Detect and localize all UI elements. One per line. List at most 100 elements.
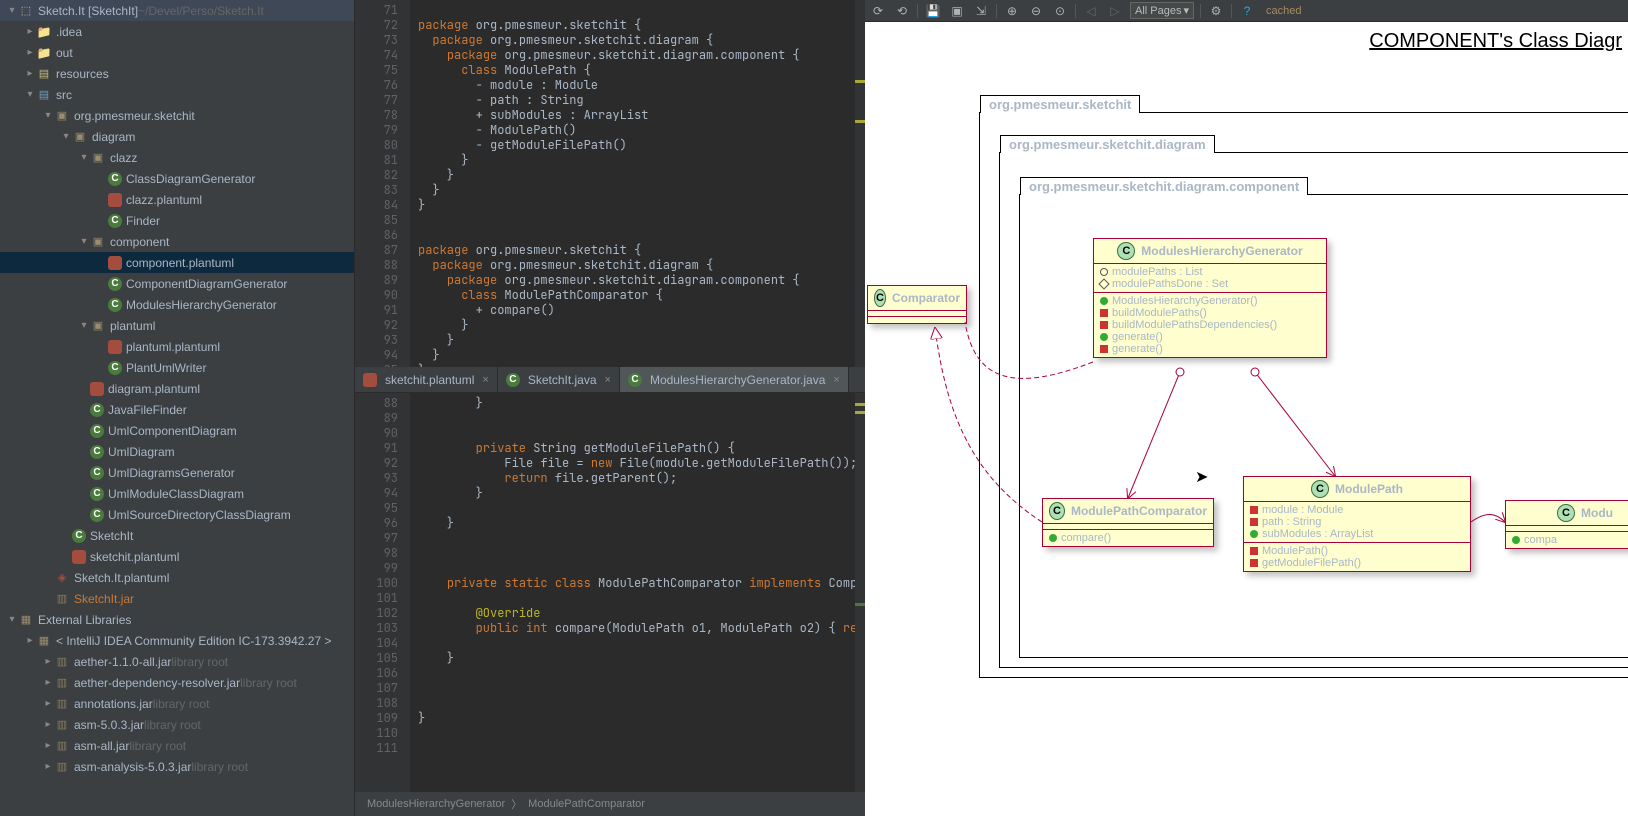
chevron-icon[interactable]: ▾ <box>78 236 90 247</box>
tree-item[interactable]: CComponentDiagramGenerator <box>0 273 354 294</box>
uml-class-comparator[interactable]: CComparator <box>867 285 967 324</box>
editor-tabs[interactable]: sketchit.plantuml×CSketchIt.java×CModule… <box>355 367 865 393</box>
tree-item[interactable]: ▸▥asm-5.0.3.jar library root <box>0 714 354 735</box>
editor-pane-top[interactable]: 7172737475767778798081828384858687888990… <box>355 0 865 367</box>
tree-item[interactable]: CUmlComponentDiagram <box>0 420 354 441</box>
diagram-panel: ⟳ ⟲ 💾 ▣ ⇲ ⊕ ⊖ ⊙ ◁ ▷ All Pages▾ ⚙ ? cache… <box>865 0 1628 816</box>
tree-item[interactable]: diagram.plantuml <box>0 378 354 399</box>
tree-item[interactable]: ▸▥annotations.jar library root <box>0 693 354 714</box>
tree-item[interactable]: ▥SketchIt.jar <box>0 588 354 609</box>
tree-item[interactable]: ▸▥asm-all.jar library root <box>0 735 354 756</box>
minimap[interactable] <box>855 393 865 792</box>
zoom-in-icon[interactable]: ⊕ <box>1003 2 1021 20</box>
chevron-icon[interactable]: ▸ <box>42 740 54 751</box>
refresh-all-icon[interactable]: ⟲ <box>893 2 911 20</box>
chevron-icon[interactable]: ▾ <box>6 5 18 16</box>
tree-item[interactable]: ▸▥asm-analysis-5.0.3.jar library root <box>0 756 354 777</box>
editor-tab[interactable]: CModulesHierarchyGenerator.java× <box>620 367 849 392</box>
tree-item[interactable]: CPlantUmlWriter <box>0 357 354 378</box>
tree-item[interactable]: clazz.plantuml <box>0 189 354 210</box>
breadcrumb-item[interactable]: ModulePathComparator <box>528 798 645 810</box>
tree-item[interactable]: CUmlModuleClassDiagram <box>0 483 354 504</box>
tree-item-label: UmlDiagram <box>108 445 175 459</box>
chevron-icon[interactable]: ▸ <box>42 656 54 667</box>
project-tree[interactable]: ▾⬚Sketch.It [SketchIt] ~/Devel/Perso/Ske… <box>0 0 355 816</box>
pages-dropdown[interactable]: All Pages▾ <box>1130 2 1194 19</box>
tree-item-label: UmlSourceDirectoryClassDiagram <box>108 508 291 522</box>
close-icon[interactable]: × <box>482 374 488 386</box>
tree-item[interactable]: ▾⬚Sketch.It [SketchIt] ~/Devel/Perso/Ske… <box>0 0 354 21</box>
uml-class-modu[interactable]: CModu compa <box>1505 500 1628 549</box>
tree-item[interactable]: component.plantuml <box>0 252 354 273</box>
prev-icon[interactable]: ◁ <box>1082 2 1100 20</box>
tree-item[interactable]: ▾▣component <box>0 231 354 252</box>
chevron-icon[interactable]: ▸ <box>42 677 54 688</box>
code[interactable]: package org.pmesmeur.sketchit { package … <box>410 0 865 367</box>
zoom-fit-icon[interactable]: ⊙ <box>1051 2 1069 20</box>
tree-item[interactable]: CUmlDiagram <box>0 441 354 462</box>
diagram-title: COMPONENT's Class Diagr <box>1369 30 1622 53</box>
tree-item[interactable]: ▸.idea <box>0 21 354 42</box>
refresh-icon[interactable]: ⟳ <box>869 2 887 20</box>
tree-item[interactable]: CUmlDiagramsGenerator <box>0 462 354 483</box>
breadcrumb-item[interactable]: ModulesHierarchyGenerator <box>367 798 505 810</box>
tree-item[interactable]: ▸▦< IntelliJ IDEA Community Edition IC-1… <box>0 630 354 651</box>
chevron-icon[interactable]: ▾ <box>24 89 36 100</box>
chevron-icon[interactable]: ▸ <box>42 761 54 772</box>
uml-class-mpc[interactable]: CModulePathComparator compare() <box>1042 498 1214 547</box>
tree-item[interactable]: CModulesHierarchyGenerator <box>0 294 354 315</box>
tree-item[interactable]: ▸▥aether-1.1.0-all.jar library root <box>0 651 354 672</box>
zoom-out-icon[interactable]: ⊖ <box>1027 2 1045 20</box>
tree-item[interactable]: ▾▣org.pmesmeur.sketchit <box>0 105 354 126</box>
tree-item[interactable]: ▸▥aether-dependency-resolver.jar library… <box>0 672 354 693</box>
editor-tab[interactable]: sketchit.plantuml× <box>355 367 498 392</box>
tree-item[interactable]: ◈Sketch.It.plantuml <box>0 567 354 588</box>
tree-item[interactable]: CFinder <box>0 210 354 231</box>
save-icon[interactable]: 💾 <box>924 2 942 20</box>
help-icon[interactable]: ? <box>1238 2 1256 20</box>
tree-item[interactable]: ▾▣diagram <box>0 126 354 147</box>
chevron-icon[interactable]: ▸ <box>42 698 54 709</box>
copy-icon[interactable]: ▣ <box>948 2 966 20</box>
chevron-icon[interactable]: ▾ <box>60 131 72 142</box>
editor-tab[interactable]: CSketchIt.java× <box>498 367 620 392</box>
gutter: 7172737475767778798081828384858687888990… <box>355 0 410 367</box>
tree-item[interactable]: CJavaFileFinder <box>0 399 354 420</box>
next-icon[interactable]: ▷ <box>1106 2 1124 20</box>
tree-item[interactable]: plantuml.plantuml <box>0 336 354 357</box>
tree-item[interactable]: ▸▤resources <box>0 63 354 84</box>
diagram-canvas[interactable]: COMPONENT's Class Diagr org.pmesmeur.ske… <box>865 22 1628 816</box>
chevron-icon[interactable]: ▾ <box>42 110 54 121</box>
tree-item[interactable]: ▾▦External Libraries <box>0 609 354 630</box>
tree-item-label: SketchIt <box>90 529 133 543</box>
close-icon[interactable]: × <box>605 374 611 386</box>
tree-item-suffix: library root <box>144 718 201 732</box>
tree-item[interactable]: ▾▣clazz <box>0 147 354 168</box>
uml-class-mp[interactable]: CModulePath module : Modulepath : String… <box>1243 476 1471 572</box>
export-icon[interactable]: ⇲ <box>972 2 990 20</box>
code[interactable]: } private String getModuleFilePath() { F… <box>410 393 865 792</box>
tree-item[interactable]: CSketchIt <box>0 525 354 546</box>
chevron-icon[interactable]: ▾ <box>6 614 18 625</box>
tree-item[interactable]: sketchit.plantuml <box>0 546 354 567</box>
close-icon[interactable]: × <box>833 374 839 386</box>
tab-label: SketchIt.java <box>528 373 597 387</box>
tree-item-label: ComponentDiagramGenerator <box>126 277 287 291</box>
tree-item[interactable]: ▸out <box>0 42 354 63</box>
tree-item[interactable]: ▾▤src <box>0 84 354 105</box>
tree-item[interactable]: CClassDiagramGenerator <box>0 168 354 189</box>
tree-item[interactable]: CUmlSourceDirectoryClassDiagram <box>0 504 354 525</box>
chevron-icon[interactable]: ▸ <box>24 47 36 58</box>
chevron-icon[interactable]: ▾ <box>78 152 90 163</box>
chevron-icon[interactable]: ▸ <box>42 719 54 730</box>
breadcrumb[interactable]: ModulesHierarchyGenerator 〉 ModulePathCo… <box>355 792 865 816</box>
tree-item[interactable]: ▾▣plantuml <box>0 315 354 336</box>
settings-icon[interactable]: ⚙ <box>1207 2 1225 20</box>
chevron-icon[interactable]: ▸ <box>24 68 36 79</box>
chevron-icon[interactable]: ▸ <box>24 26 36 37</box>
chevron-icon[interactable]: ▸ <box>24 635 36 646</box>
uml-class-mhg[interactable]: CModulesHierarchyGenerator modulePaths :… <box>1093 238 1327 358</box>
editor-pane-bottom[interactable]: 8889909192939495969798991001011021031041… <box>355 393 865 792</box>
chevron-icon[interactable]: ▾ <box>78 320 90 331</box>
minimap[interactable] <box>855 0 865 367</box>
